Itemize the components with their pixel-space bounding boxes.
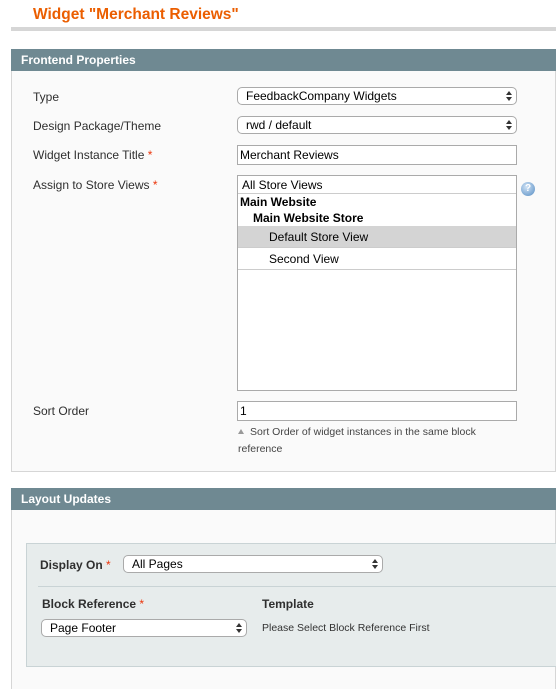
select-arrows-icon [505,119,512,131]
required-marker: * [152,178,158,192]
required-marker: * [139,597,145,611]
layout-updates-header: Layout Updates [11,488,556,510]
store-group-store: Main Website Store [253,211,364,225]
store-views-label-text: Assign to Store Views [33,178,150,192]
theme-label: Design Package/Theme [33,119,162,133]
display-on-select[interactable]: All Pages [123,555,383,573]
store-views-multiselect[interactable]: All Store Views Main Website Main Websit… [237,175,517,391]
template-label: Template [262,597,314,611]
required-marker: * [147,148,153,162]
sort-order-label: Sort Order [33,404,90,418]
block-reference-label: Block Reference * [42,597,144,611]
display-on-label: Display On * [40,558,111,572]
type-select-value: FeedbackCompany Widgets [246,89,397,103]
title-divider [11,27,556,31]
type-label: Type [33,90,60,104]
sort-order-input[interactable]: 1 [237,401,517,421]
theme-select[interactable]: rwd / default [237,116,517,134]
sort-order-note: Sort Order of widget instances in the sa… [238,424,508,458]
select-arrows-icon [505,90,512,102]
block-reference-select[interactable]: Page Footer [41,619,247,637]
required-marker: * [106,558,111,572]
page-title: Widget "Merchant Reviews" [33,6,239,23]
frontend-properties-header: Frontend Properties [11,49,556,71]
store-views-label: Assign to Store Views * [33,178,158,192]
help-icon[interactable]: ? [521,182,535,196]
block-reference-label-text: Block Reference [42,597,137,611]
template-placeholder-text: Please Select Block Reference First [262,622,430,634]
store-option-second-view[interactable]: Second View [238,248,516,270]
select-arrows-icon [371,558,378,570]
instance-title-label: Widget Instance Title * [33,148,152,162]
store-group-website: Main Website [240,195,317,209]
select-arrows-icon [235,622,242,634]
store-option-all[interactable]: All Store Views [238,176,516,194]
instance-title-input[interactable]: Merchant Reviews [237,145,517,165]
block-reference-value: Page Footer [50,621,117,635]
display-on-label-text: Display On [40,558,103,572]
store-option-default-view[interactable]: Default Store View [238,226,516,248]
theme-select-value: rwd / default [246,118,312,132]
type-select[interactable]: FeedbackCompany Widgets [237,87,517,105]
layout-divider [38,586,556,587]
display-on-value: All Pages [132,557,183,571]
note-triangle-icon [238,429,244,434]
instance-title-label-text: Widget Instance Title [33,148,145,162]
sort-order-note-text: Sort Order of widget instances in the sa… [238,426,476,455]
